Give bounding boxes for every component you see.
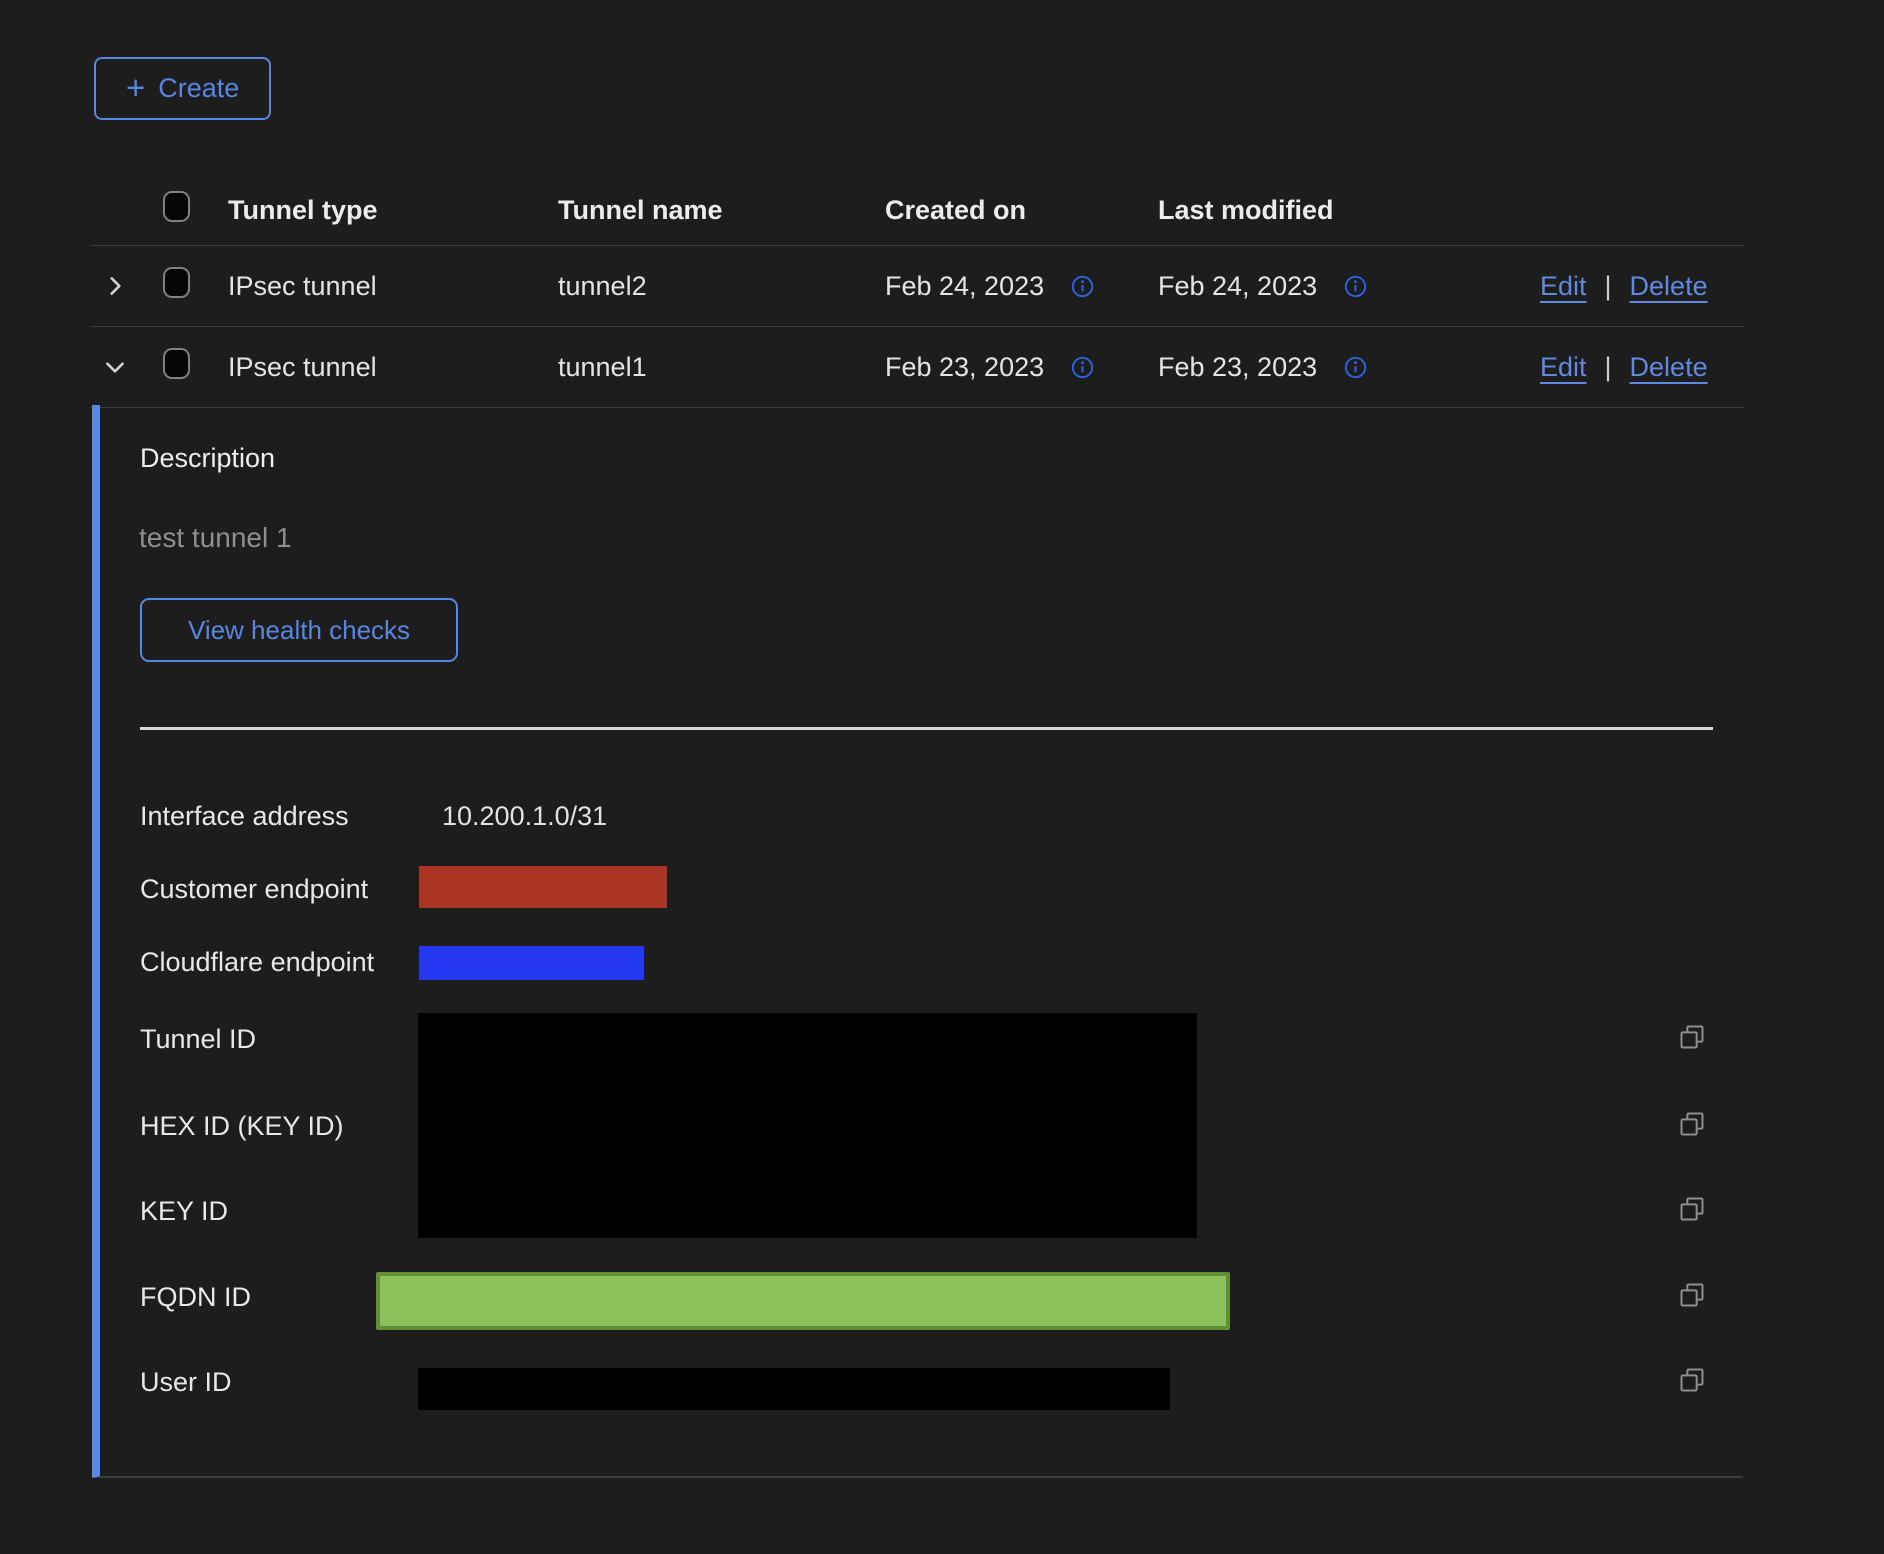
cloudflare-endpoint-label: Cloudflare endpoint [140, 947, 374, 978]
info-circle-icon [1070, 274, 1095, 299]
copy-icon [1678, 1023, 1706, 1051]
tunnels-page: { "create": {"plus": "+", "label": "Crea… [0, 0, 1884, 1554]
copy-icon [1678, 1281, 1706, 1309]
last-modified-info-button[interactable] [1343, 355, 1368, 380]
customer-endpoint-label: Customer endpoint [140, 874, 368, 905]
copy-fqdn-id-button[interactable] [1678, 1281, 1706, 1312]
created-on-value: Feb 23, 2023 [885, 352, 1044, 383]
interface-address-value: 10.200.1.0/31 [442, 801, 607, 832]
section-divider [140, 727, 1713, 730]
expand-row-button[interactable] [102, 273, 128, 299]
tunnel-type-cell: IPsec tunnel [228, 271, 558, 302]
copy-hex-id-button[interactable] [1678, 1110, 1706, 1141]
header-tunnel-type: Tunnel type [228, 195, 558, 226]
plus-icon: + [126, 71, 145, 104]
created-on-info-button[interactable] [1070, 274, 1095, 299]
table-row-tunnel1: IPsec tunnel tunnel1 Feb 23, 2023 Feb 23… [90, 327, 1745, 408]
info-circle-icon [1070, 355, 1095, 380]
expanded-row-detail: Description test tunnel 1 View health ch… [92, 405, 1743, 1478]
header-last-modified: Last modified [1158, 195, 1540, 226]
user-id-redaction [418, 1368, 1170, 1410]
customer-endpoint-redaction [419, 866, 667, 908]
view-health-checks-button[interactable]: View health checks [140, 598, 458, 662]
hex-id-label: HEX ID (KEY ID) [140, 1111, 344, 1142]
tunnels-table: Tunnel type Tunnel name Created on Last … [90, 175, 1745, 408]
row-checkbox[interactable] [163, 267, 190, 298]
user-id-label: User ID [140, 1367, 232, 1398]
ids-redaction-block [418, 1013, 1197, 1238]
action-separator: | [1605, 352, 1612, 383]
info-circle-icon [1343, 274, 1368, 299]
header-tunnel-name: Tunnel name [558, 195, 885, 226]
tunnel-id-label: Tunnel ID [140, 1024, 256, 1055]
copy-key-id-button[interactable] [1678, 1195, 1706, 1226]
edit-link[interactable]: Edit [1540, 352, 1587, 383]
fqdn-id-redaction [376, 1272, 1230, 1330]
delete-link[interactable]: Delete [1630, 271, 1708, 302]
select-all-checkbox[interactable] [163, 191, 190, 222]
tunnel-name-cell: tunnel2 [558, 271, 885, 302]
chevron-down-icon [102, 354, 128, 380]
created-on-value: Feb 24, 2023 [885, 271, 1044, 302]
created-on-info-button[interactable] [1070, 355, 1095, 380]
table-header-row: Tunnel type Tunnel name Created on Last … [90, 175, 1745, 246]
cloudflare-endpoint-redaction [419, 946, 644, 980]
row-checkbox[interactable] [163, 348, 190, 379]
header-created-on: Created on [885, 195, 1158, 226]
fqdn-id-label: FQDN ID [140, 1282, 251, 1313]
create-button[interactable]: + Create [94, 57, 271, 120]
collapse-row-button[interactable] [102, 354, 128, 380]
delete-link[interactable]: Delete [1630, 352, 1708, 383]
copy-icon [1678, 1366, 1706, 1394]
edit-link[interactable]: Edit [1540, 271, 1587, 302]
create-button-label: Create [158, 73, 239, 104]
chevron-right-icon [102, 273, 128, 299]
copy-icon [1678, 1110, 1706, 1138]
copy-user-id-button[interactable] [1678, 1366, 1706, 1397]
info-circle-icon [1343, 355, 1368, 380]
copy-icon [1678, 1195, 1706, 1223]
last-modified-info-button[interactable] [1343, 274, 1368, 299]
tunnel-name-cell: tunnel1 [558, 352, 885, 383]
interface-address-label: Interface address [140, 801, 349, 832]
description-label: Description [140, 443, 275, 474]
copy-tunnel-id-button[interactable] [1678, 1023, 1706, 1054]
action-separator: | [1605, 271, 1612, 302]
last-modified-value: Feb 24, 2023 [1158, 271, 1317, 302]
last-modified-value: Feb 23, 2023 [1158, 352, 1317, 383]
key-id-label: KEY ID [140, 1196, 228, 1227]
table-row-tunnel2: IPsec tunnel tunnel2 Feb 24, 2023 Feb 24… [90, 246, 1745, 327]
tunnel-type-cell: IPsec tunnel [228, 352, 558, 383]
description-value: test tunnel 1 [139, 522, 292, 554]
